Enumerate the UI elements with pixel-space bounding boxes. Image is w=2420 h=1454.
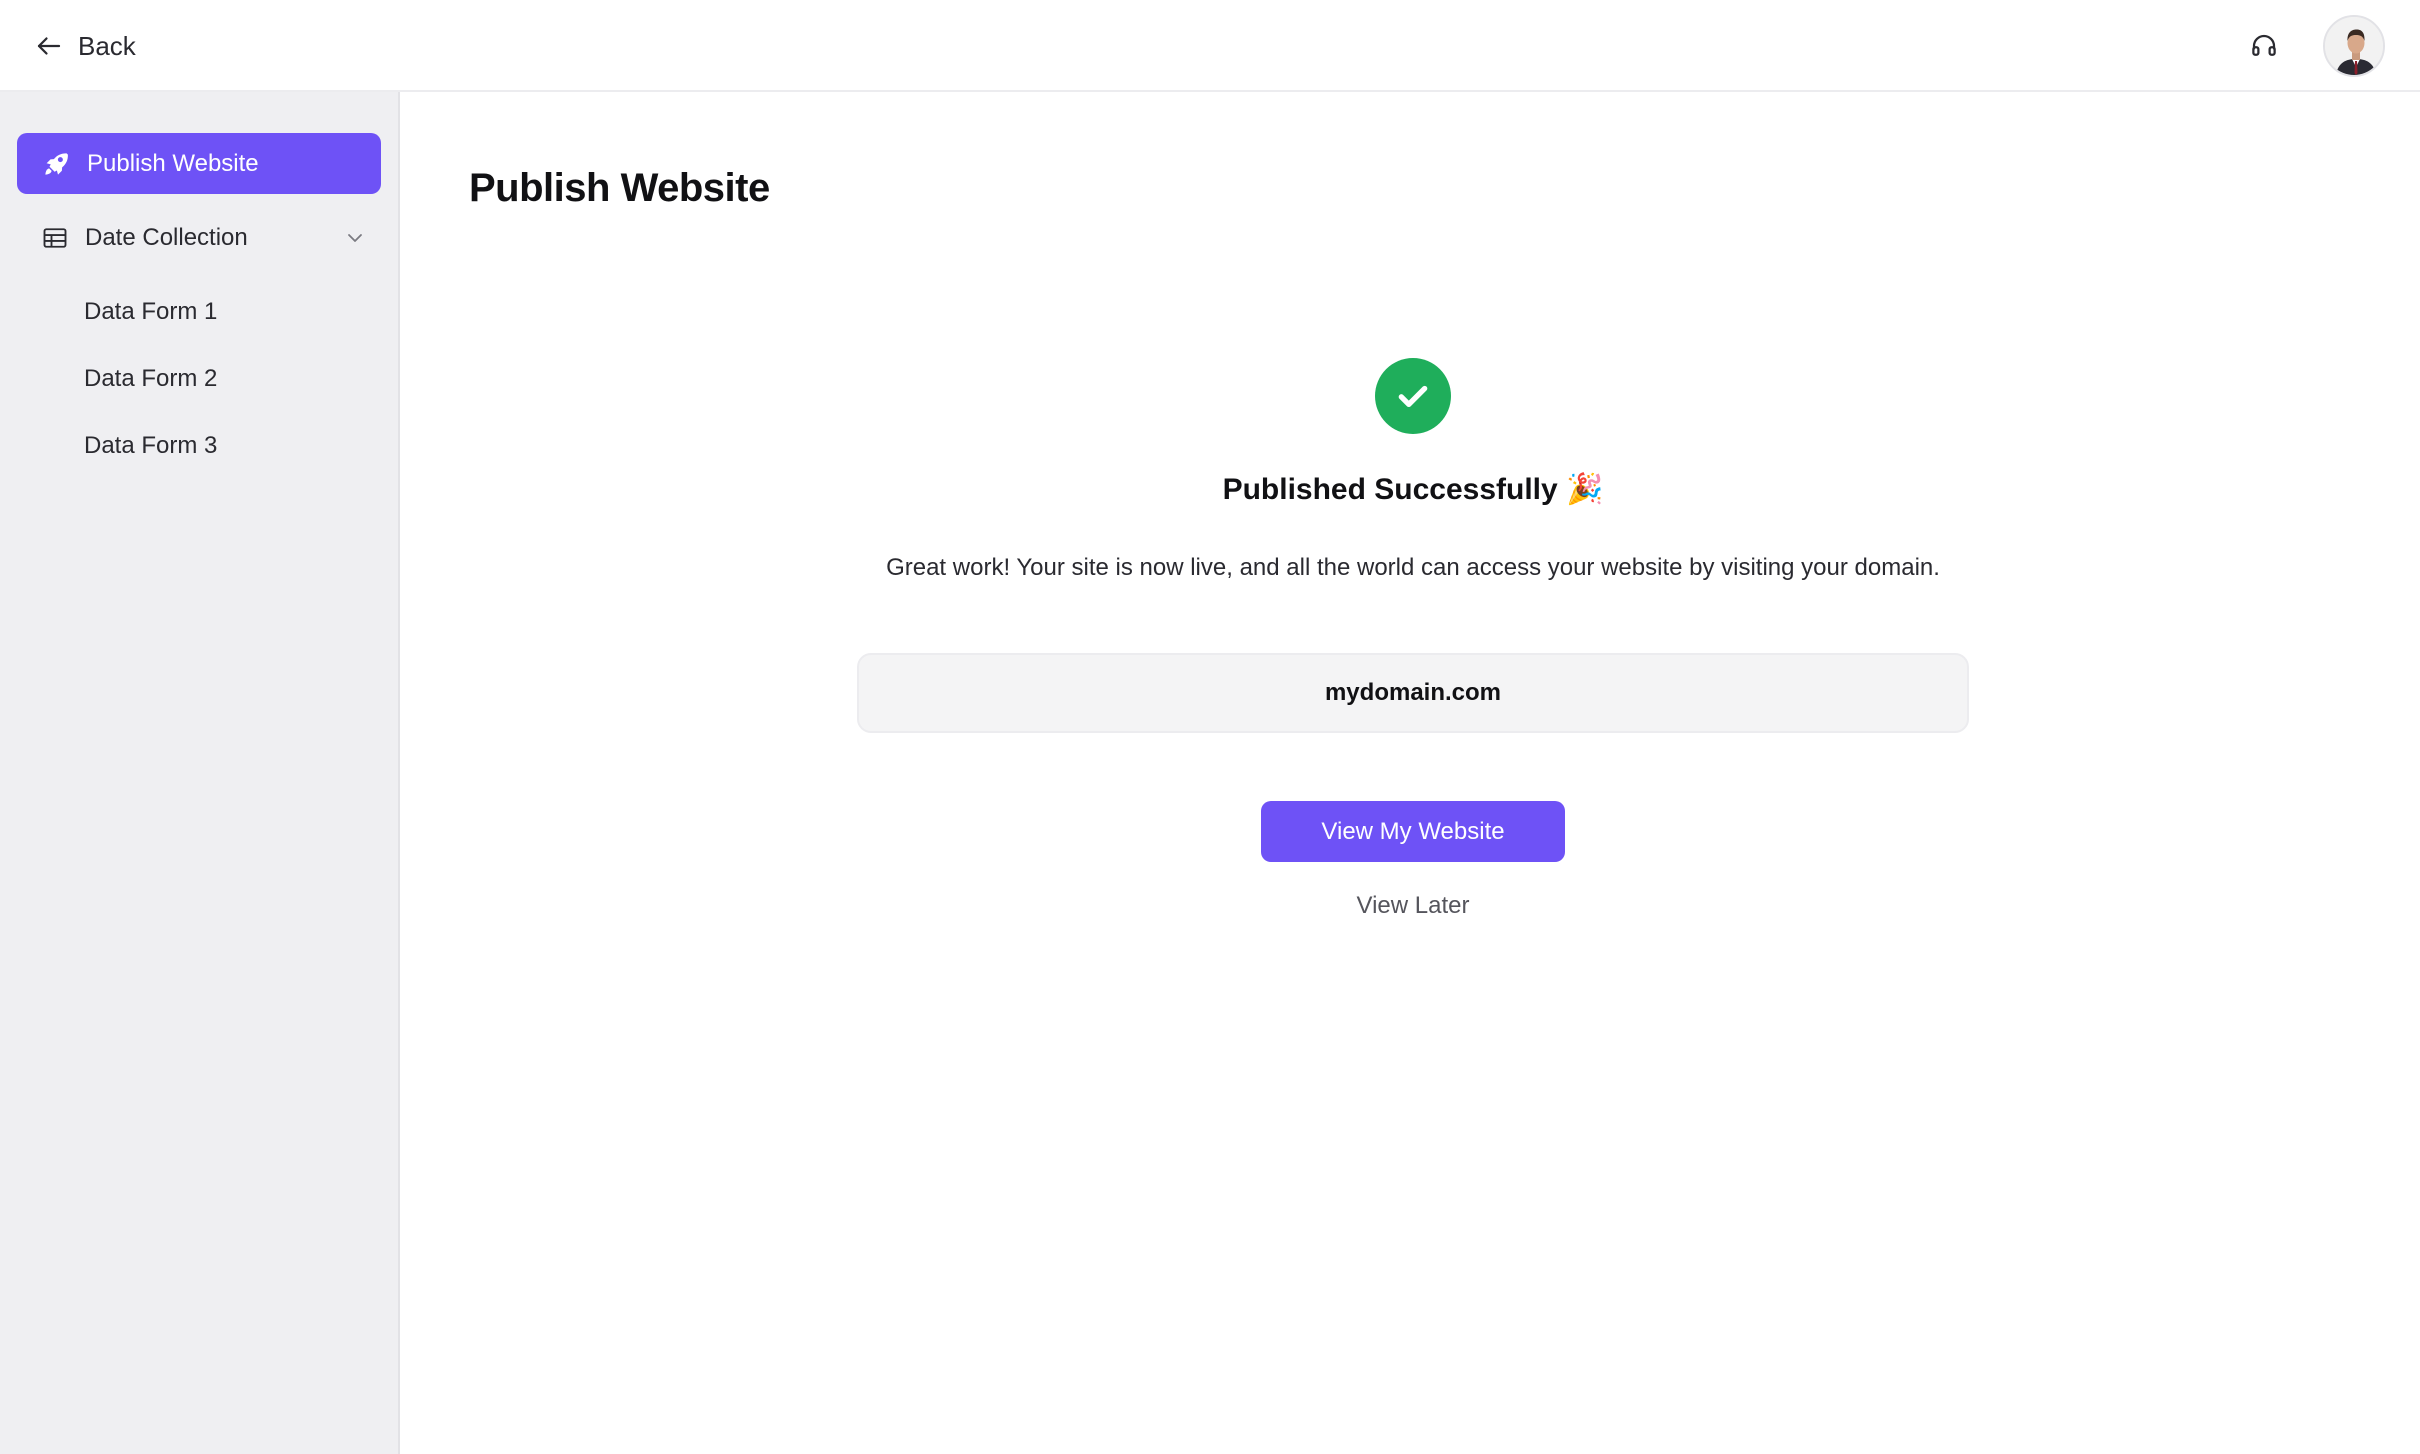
view-my-website-button[interactable]: View My Website xyxy=(1261,801,1565,862)
page-title: Publish Website xyxy=(469,166,770,210)
checkmark-icon xyxy=(1398,385,1428,407)
sidebar-item-publish-website[interactable]: Publish Website xyxy=(17,133,381,194)
sidebar: Publish Website Date Collection Data For… xyxy=(0,92,400,1454)
check-circle-icon xyxy=(1375,358,1451,434)
support-button[interactable] xyxy=(2244,26,2284,66)
chevron-down-icon[interactable] xyxy=(343,226,367,250)
rocket-icon xyxy=(45,152,68,175)
table-icon xyxy=(43,228,67,248)
headphones-icon xyxy=(2252,34,2276,56)
success-title: Published Successfully 🎉 xyxy=(1000,472,1826,507)
top-bar: Back xyxy=(0,0,2420,92)
party-popper-icon: 🎉 xyxy=(1566,473,1604,506)
success-message: Great work! Your site is now live, and a… xyxy=(886,554,1940,581)
success-title-text: Published Successfully xyxy=(1222,473,1558,506)
back-button[interactable]: Back xyxy=(34,26,136,66)
user-avatar-icon xyxy=(2325,17,2383,75)
avatar[interactable] xyxy=(2323,15,2385,77)
domain-display: mydomain.com xyxy=(857,653,1969,733)
arrow-left-icon xyxy=(37,37,61,55)
sidebar-item-data-form-2[interactable]: Data Form 2 xyxy=(84,359,217,399)
sidebar-item-data-form-3[interactable]: Data Form 3 xyxy=(84,426,217,466)
view-later-button[interactable]: View Later xyxy=(1313,886,1513,926)
back-label: Back xyxy=(78,30,136,61)
sidebar-item-data-form-1[interactable]: Data Form 1 xyxy=(84,292,217,332)
sidebar-item-label: Publish Website xyxy=(87,149,259,177)
sidebar-group-date-collection[interactable]: Date Collection xyxy=(17,208,381,268)
sidebar-group-label: Date Collection xyxy=(85,224,248,251)
